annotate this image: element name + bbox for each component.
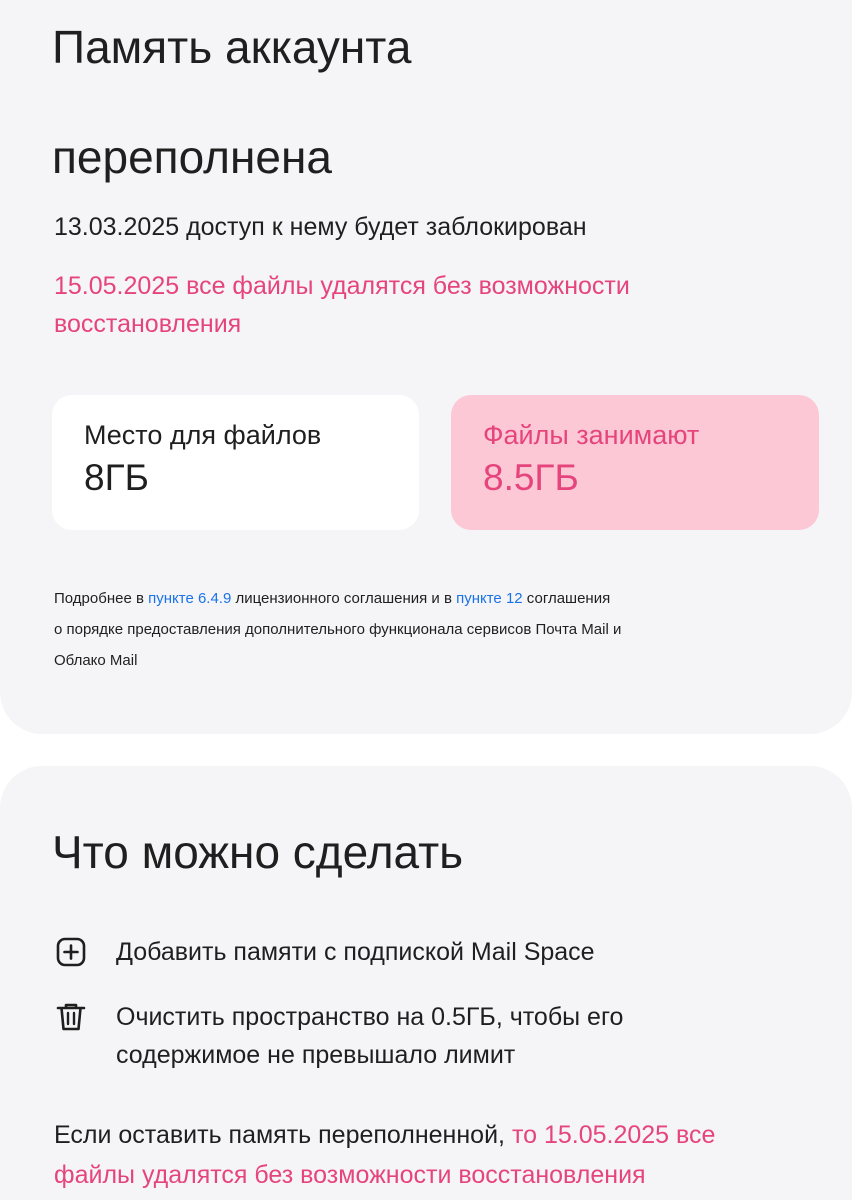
overflow-warning: Если оставить память переполненной, то 1…	[54, 1115, 814, 1195]
quota-box: Место для файлов 8ГБ	[52, 395, 419, 530]
used-space-value: 8.5ГБ	[483, 457, 579, 498]
delete-notice: 15.05.2025 все файлы удалятся без возмож…	[54, 267, 630, 343]
trash-icon	[56, 1003, 86, 1031]
add-storage-action[interactable]: Добавить памяти с подпиской Mail Space	[54, 933, 716, 971]
quota-label: Место для файлов	[84, 420, 322, 450]
overflow-warning-date: то 15.05.2025 все	[511, 1121, 716, 1149]
fineprint-text-3: соглашения	[522, 590, 611, 607]
used-space-label: Файлы занимают	[483, 420, 700, 450]
add-storage-label: Добавить памяти с подпиской Mail Space	[116, 938, 595, 966]
page-title-line2: переполнена	[52, 131, 332, 183]
clean-space-action[interactable]: Очистить пространство на 0.5ГБ, чтобы ег…	[54, 998, 716, 1074]
page-title-line1: Память аккаунта	[52, 21, 412, 73]
overflow-warning-consequence: файлы удалятся без возможности восстанов…	[54, 1161, 646, 1189]
actions-heading: Что можно сделать	[52, 826, 464, 878]
overflow-warning-prefix: Если оставить память переполненной,	[54, 1121, 512, 1149]
block-date-notice: 13.03.2025 доступ к нему будет заблокиро…	[54, 213, 587, 241]
plus-square-icon	[56, 937, 86, 967]
agreement-clause-link[interactable]: пункте 12	[456, 590, 523, 607]
used-space-box: Файлы занимают 8.5ГБ	[451, 395, 819, 530]
delete-notice-line1: 15.05.2025 все файлы удалятся без возмож…	[54, 272, 630, 300]
storage-warning-card: Память аккаунта переполнена 13.03.2025 д…	[0, 0, 852, 734]
quota-value: 8ГБ	[84, 457, 149, 498]
clean-space-label-line2: содержимое не превышало лимит	[116, 1041, 516, 1069]
license-clause-link[interactable]: пункте 6.4.9	[148, 590, 231, 607]
clean-space-label: Очистить пространство на 0.5ГБ, чтобы ег…	[116, 998, 716, 1074]
fineprint-text-1: Подробнее в	[54, 590, 149, 607]
fineprint-line3: Облако Mail	[54, 652, 138, 669]
fineprint-line2: о порядке предоставления дополнительного…	[54, 621, 622, 638]
delete-notice-line2: восстановления	[54, 310, 242, 338]
license-fineprint: Подробнее в пункте 6.4.9 лицензионного с…	[54, 583, 794, 676]
fineprint-text-2: лицензионного соглашения и в	[231, 590, 457, 607]
clean-space-label-line1: Очистить пространство на 0.5ГБ, чтобы ег…	[116, 1003, 624, 1031]
